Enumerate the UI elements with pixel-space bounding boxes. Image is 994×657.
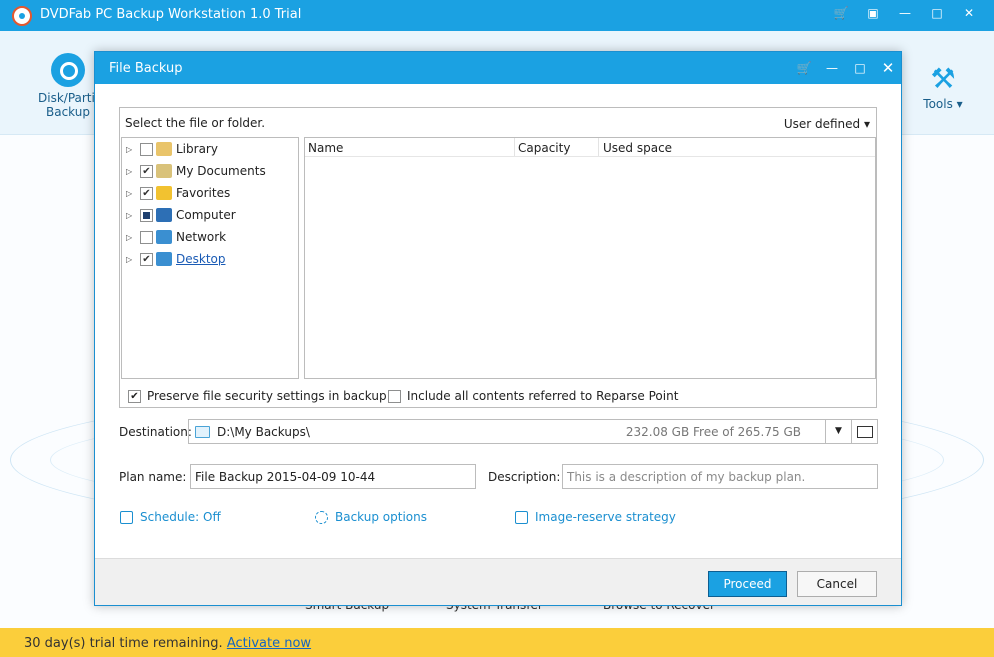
app-title-bar: DVDFab PC Backup Workstation 1.0 Trial 🛒…	[0, 0, 994, 31]
file-list: Name Capacity Used space	[304, 137, 876, 379]
folder-icon	[195, 426, 210, 438]
menu-icon[interactable]: ▣	[864, 6, 882, 20]
tree-item-checkbox[interactable]	[140, 230, 153, 244]
tree-item-label: Desktop	[176, 252, 226, 266]
tree-item-label: My Documents	[176, 164, 266, 178]
activate-now-link[interactable]: Activate now	[227, 636, 311, 651]
column-name[interactable]: Name	[308, 141, 343, 155]
schedule-link[interactable]: Schedule: Off	[120, 510, 221, 524]
image-icon	[515, 510, 528, 524]
folder-icon	[156, 208, 172, 222]
tree-item[interactable]: ▷ Computer	[122, 205, 298, 225]
tools-button[interactable]: ⚒ Tools ▾	[918, 61, 968, 111]
tree-item-label: Favorites	[176, 186, 231, 200]
destination-label: Destination:	[119, 425, 192, 439]
expand-arrow-icon[interactable]: ▷	[126, 145, 134, 154]
cart-icon[interactable]: 🛒	[795, 59, 813, 77]
chevron-down-icon[interactable]: ▼	[825, 420, 851, 443]
tree-item-checkbox[interactable]	[140, 142, 153, 156]
file-list-header: Name Capacity Used space	[305, 138, 875, 157]
destination-path: D:\My Backups\	[217, 425, 310, 439]
preserve-security-label: Preserve file security settings in backu…	[147, 389, 387, 403]
plan-name-label: Plan name:	[119, 470, 187, 484]
disk-icon	[51, 53, 85, 87]
column-separator	[514, 138, 515, 156]
description-label: Description:	[488, 470, 561, 484]
disk-partition-backup-button[interactable]: Disk/Partit Backup	[38, 53, 100, 119]
folder-icon	[156, 186, 172, 200]
destination-free-space: 232.08 GB Free of 265.75 GB	[625, 425, 801, 439]
preserve-security-option[interactable]: ✔ Preserve file security settings in bac…	[128, 389, 387, 403]
column-capacity[interactable]: Capacity	[518, 141, 570, 155]
disk-partition-backup-label: Disk/Partit Backup	[38, 91, 100, 119]
description-input[interactable]: This is a description of my backup plan.	[562, 464, 878, 489]
schedule-label: Schedule: Off	[140, 510, 221, 524]
expand-arrow-icon[interactable]: ▷	[126, 167, 134, 176]
backup-options-label: Backup options	[335, 510, 427, 524]
app-title: DVDFab PC Backup Workstation 1.0 Trial	[40, 7, 302, 22]
destination-field[interactable]: D:\My Backups\ 232.08 GB Free of 265.75 …	[188, 419, 878, 444]
mode-dropdown[interactable]: User defined ▾	[784, 117, 870, 131]
app-window-buttons: 🛒 ▣ — □ ✕	[832, 6, 978, 20]
folder-icon	[156, 164, 172, 178]
folder-icon	[156, 252, 172, 266]
tree-item-checkbox[interactable]: ✔	[140, 164, 153, 178]
trial-text: 30 day(s) trial time remaining.	[24, 636, 223, 651]
tools-icon: ⚒	[930, 62, 956, 95]
image-reserve-link[interactable]: Image-reserve strategy	[515, 510, 676, 524]
maximize-icon[interactable]: □	[928, 6, 946, 20]
column-separator	[598, 138, 599, 156]
image-reserve-label: Image-reserve strategy	[535, 510, 676, 524]
tree-item[interactable]: ▷ ✔ Desktop	[122, 249, 298, 269]
preserve-security-checkbox[interactable]: ✔	[128, 389, 141, 403]
tree-item-label: Library	[176, 142, 218, 156]
folder-icon	[156, 142, 172, 156]
folder-icon	[156, 230, 172, 244]
maximize-icon[interactable]: □	[851, 59, 869, 77]
trial-bar: 30 day(s) trial time remaining. Activate…	[0, 628, 994, 657]
file-backup-dialog: File Backup 🛒 — □ ✕ Select the file or f…	[94, 51, 902, 606]
dialog-title-bar: File Backup 🛒 — □ ✕	[95, 52, 901, 84]
tree-item-checkbox[interactable]: ✔	[140, 252, 153, 266]
expand-arrow-icon[interactable]: ▷	[126, 211, 134, 220]
expand-arrow-icon[interactable]: ▷	[126, 255, 134, 264]
minimize-icon[interactable]: —	[823, 59, 841, 77]
reparse-point-checkbox[interactable]	[388, 389, 401, 403]
tree-item-checkbox[interactable]: ✔	[140, 186, 153, 200]
gear-icon	[315, 510, 328, 524]
tree-item-label: Network	[176, 230, 227, 244]
tree-item-label: Computer	[176, 208, 236, 222]
column-used-space[interactable]: Used space	[603, 141, 672, 155]
tools-label: Tools	[923, 97, 953, 111]
proceed-button[interactable]: Proceed	[708, 571, 787, 597]
dialog-title: File Backup	[109, 61, 183, 76]
tree-item[interactable]: ▷ Network	[122, 227, 298, 247]
reparse-point-option[interactable]: Include all contents referred to Reparse…	[388, 389, 678, 403]
app-logo-icon	[12, 6, 32, 26]
dialog-window-buttons: 🛒 — □ ✕	[795, 59, 897, 77]
file-selection-panel: Select the file or folder. User defined …	[119, 107, 877, 408]
expand-arrow-icon[interactable]: ▷	[126, 233, 134, 242]
expand-arrow-icon[interactable]: ▷	[126, 189, 134, 198]
tree-item-checkbox[interactable]	[140, 208, 153, 222]
reparse-point-label: Include all contents referred to Reparse…	[407, 389, 679, 403]
tree-item[interactable]: ▷ ✔ My Documents	[122, 161, 298, 181]
close-icon[interactable]: ✕	[960, 6, 978, 20]
minimize-icon[interactable]: —	[896, 6, 914, 20]
cart-icon[interactable]: 🛒	[832, 6, 850, 20]
folder-tree: ▷ Library ▷ ✔ My Documents ▷ ✔ Favorites ▷ Comput…	[121, 137, 299, 379]
backup-options-link[interactable]: Backup options	[315, 510, 427, 524]
close-icon[interactable]: ✕	[879, 59, 897, 77]
tree-item[interactable]: ▷ Library	[122, 139, 298, 159]
select-label: Select the file or folder.	[125, 116, 266, 130]
browse-folder-button[interactable]	[851, 420, 877, 443]
plan-name-input[interactable]: File Backup 2015-04-09 10-44	[190, 464, 476, 489]
tree-item[interactable]: ▷ ✔ Favorites	[122, 183, 298, 203]
dialog-footer: Proceed Cancel	[95, 558, 901, 605]
mode-value: User defined	[783, 117, 861, 131]
cancel-button[interactable]: Cancel	[797, 571, 877, 597]
calendar-icon	[120, 510, 133, 524]
